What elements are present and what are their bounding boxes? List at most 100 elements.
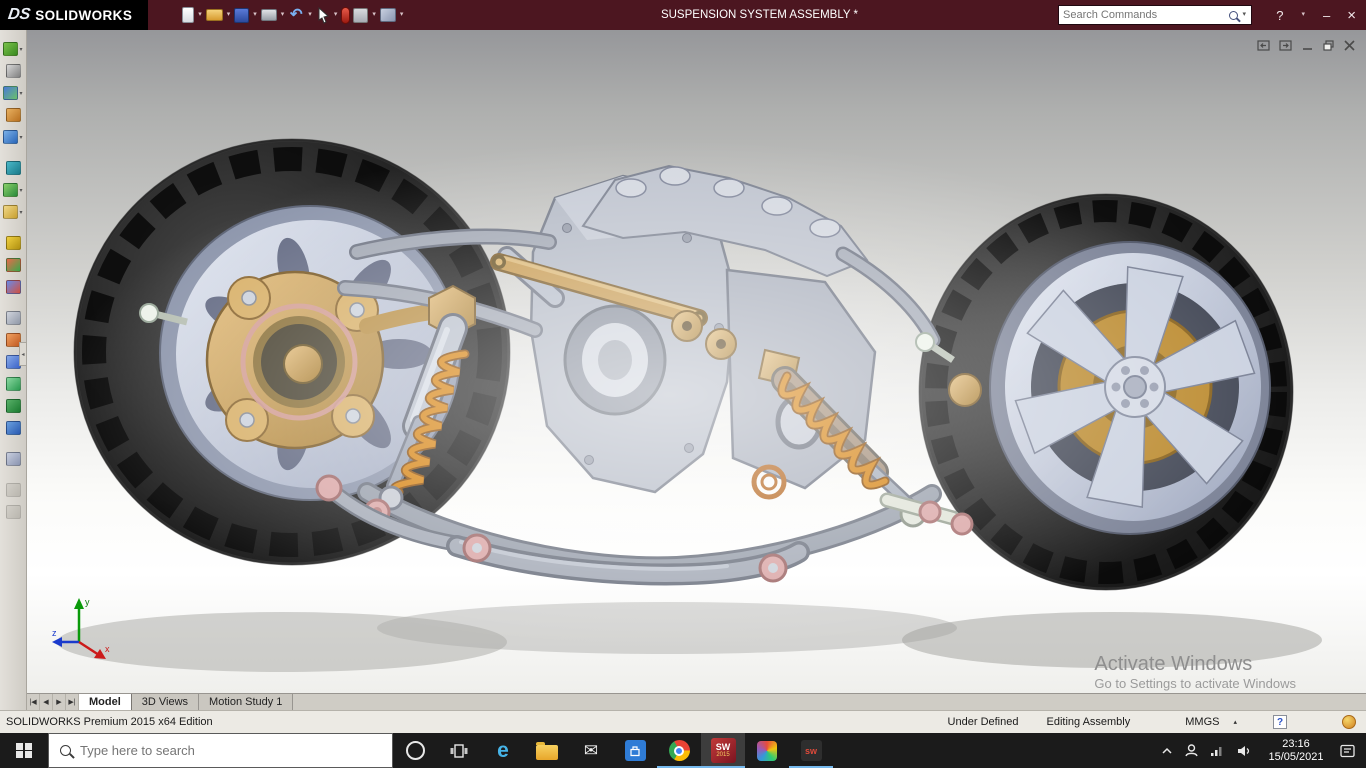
configurations-button[interactable]	[0, 232, 27, 254]
minimize-window-icon[interactable]	[1301, 39, 1314, 52]
network-icon[interactable]	[1210, 744, 1225, 757]
close-button[interactable]: ×	[1347, 7, 1356, 24]
clock-time: 23:16	[1282, 738, 1310, 750]
caret-down-icon[interactable]: ▾	[281, 10, 285, 20]
component-pattern-button[interactable]	[0, 373, 27, 395]
taskbar-clock[interactable]: 23:16 15/05/2021	[1263, 738, 1329, 763]
fix-component-button[interactable]	[0, 479, 27, 501]
main-area: ▾ ▾ ▾ ▾ ▾ ◂ y z x Activate Windows Go to…	[0, 30, 1366, 710]
select-cursor-icon[interactable]	[316, 6, 330, 24]
new-part-icon	[5, 108, 21, 122]
section-view-button[interactable]	[0, 307, 27, 329]
show-display-pane-icon[interactable]	[379, 8, 396, 22]
caret-down-icon[interactable]: ▾	[19, 134, 22, 141]
new-document-icon[interactable]	[182, 7, 195, 23]
tab-motion-study-1[interactable]: Motion Study 1	[199, 694, 294, 710]
edit-component-button[interactable]: ▾	[0, 38, 27, 60]
configurations-icon	[5, 236, 21, 250]
new-part-button[interactable]	[0, 104, 27, 126]
caret-down-icon[interactable]: ▾	[198, 10, 202, 20]
options-icon[interactable]	[353, 7, 369, 23]
people-icon[interactable]	[1184, 743, 1199, 758]
start-button[interactable]	[0, 733, 48, 768]
caret-down-icon[interactable]: ▾	[19, 90, 22, 97]
graphics-viewport[interactable]: y z x Activate Windows Go to Settings to…	[27, 30, 1366, 693]
open-icon[interactable]	[205, 9, 223, 21]
taskbar-search-input[interactable]	[80, 743, 381, 758]
rebuild-icon[interactable]	[341, 6, 351, 24]
tab-nav-first-icon[interactable]: |◀	[27, 694, 40, 710]
caret-down-icon[interactable]: ▾	[308, 10, 312, 20]
undo-icon[interactable]: ↶	[288, 6, 304, 24]
mail-button[interactable]: ✉	[569, 733, 613, 768]
store-button[interactable]	[613, 733, 657, 768]
help-button[interactable]: ?	[1276, 8, 1283, 23]
switch-window-icon[interactable]	[1279, 39, 1293, 52]
caret-down-icon[interactable]: ▾	[334, 10, 338, 20]
print-icon[interactable]	[260, 9, 277, 21]
tab-nav-next-icon[interactable]: ▶	[53, 694, 66, 710]
close-window-icon[interactable]	[1343, 39, 1356, 52]
measure-icon	[5, 421, 21, 435]
solidworks-resources-icon[interactable]	[1342, 715, 1356, 729]
mate-button[interactable]	[0, 157, 27, 179]
restore-window-icon[interactable]	[1322, 39, 1335, 52]
tab-3d-views[interactable]: 3D Views	[131, 694, 200, 710]
quick-tips-icon[interactable]: ?	[1273, 715, 1287, 729]
measure-button[interactable]	[0, 417, 27, 439]
units-selector[interactable]: MMGS ▴	[1185, 716, 1237, 728]
float-component-icon	[5, 505, 21, 519]
caret-down-icon[interactable]: ▾	[1301, 10, 1305, 20]
command-search-input[interactable]	[1063, 9, 1227, 21]
caret-down-icon[interactable]: ▾	[19, 209, 22, 216]
file-explorer-button[interactable]	[525, 733, 569, 768]
system-tray: 23:16 15/05/2021	[1161, 733, 1366, 768]
file-explorer-icon	[536, 741, 558, 760]
rotate-view-button[interactable]: ▾	[0, 126, 27, 148]
chrome-button[interactable]	[657, 733, 701, 768]
tray-expand-icon[interactable]	[1161, 747, 1173, 755]
tab-nav-last-icon[interactable]: ▶|	[66, 694, 79, 710]
mass-properties-button[interactable]	[0, 448, 27, 470]
command-search-box[interactable]: ▾	[1058, 5, 1252, 25]
caret-down-icon[interactable]: ▾	[253, 10, 257, 20]
triad-x-label: x	[105, 644, 110, 654]
edge-button[interactable]: e	[481, 733, 525, 768]
design-library-button[interactable]	[0, 395, 27, 417]
component-pattern-icon	[5, 377, 21, 391]
smart-fasteners-button[interactable]: ▾	[0, 201, 27, 223]
exploded-view-icon	[5, 280, 21, 294]
minimize-button[interactable]: –	[1323, 8, 1330, 23]
search-icon[interactable]	[1229, 10, 1239, 20]
evaluate-button[interactable]: ▾	[0, 82, 27, 104]
edrawings-button[interactable]: sw	[789, 733, 833, 768]
exploded-view-button[interactable]	[0, 276, 27, 298]
taskbar-search-box[interactable]	[48, 733, 393, 768]
insert-component-button[interactable]: ▾	[0, 179, 27, 201]
action-center-icon[interactable]	[1340, 744, 1356, 758]
float-component-button[interactable]	[0, 501, 27, 523]
edrawings-icon: sw	[800, 740, 822, 761]
caret-down-icon[interactable]: ▾	[227, 10, 231, 20]
arrange-windows-icon[interactable]	[1257, 39, 1271, 52]
caret-down-icon[interactable]: ▾	[19, 46, 22, 53]
save-icon[interactable]	[234, 7, 250, 23]
section-view-icon	[5, 311, 21, 325]
photos-button[interactable]	[745, 733, 789, 768]
tab-nav-prev-icon[interactable]: ◀	[40, 694, 53, 710]
sketch-button[interactable]	[0, 60, 27, 82]
move-component-button[interactable]	[0, 254, 27, 276]
caret-down-icon[interactable]: ▾	[19, 187, 22, 194]
tab-model[interactable]: Model	[79, 694, 132, 710]
cortana-button[interactable]	[393, 733, 437, 768]
solidworks-app-button[interactable]: SW 2015	[701, 733, 745, 768]
caret-down-icon[interactable]: ▾	[400, 10, 404, 20]
task-view-button[interactable]	[437, 733, 481, 768]
caret-down-icon[interactable]: ▾	[1242, 10, 1246, 20]
assembly-model[interactable]	[27, 30, 1366, 693]
task-view-icon	[450, 743, 468, 758]
quick-access-toolbar: ▾ ▾ ▾ ▾ ↶ ▾ ▾ ▾ ▾	[182, 6, 404, 24]
caret-down-icon[interactable]: ▾	[372, 10, 376, 20]
volume-icon[interactable]	[1236, 744, 1252, 758]
toolbar-flyout-arrow[interactable]: ◂	[19, 342, 27, 366]
